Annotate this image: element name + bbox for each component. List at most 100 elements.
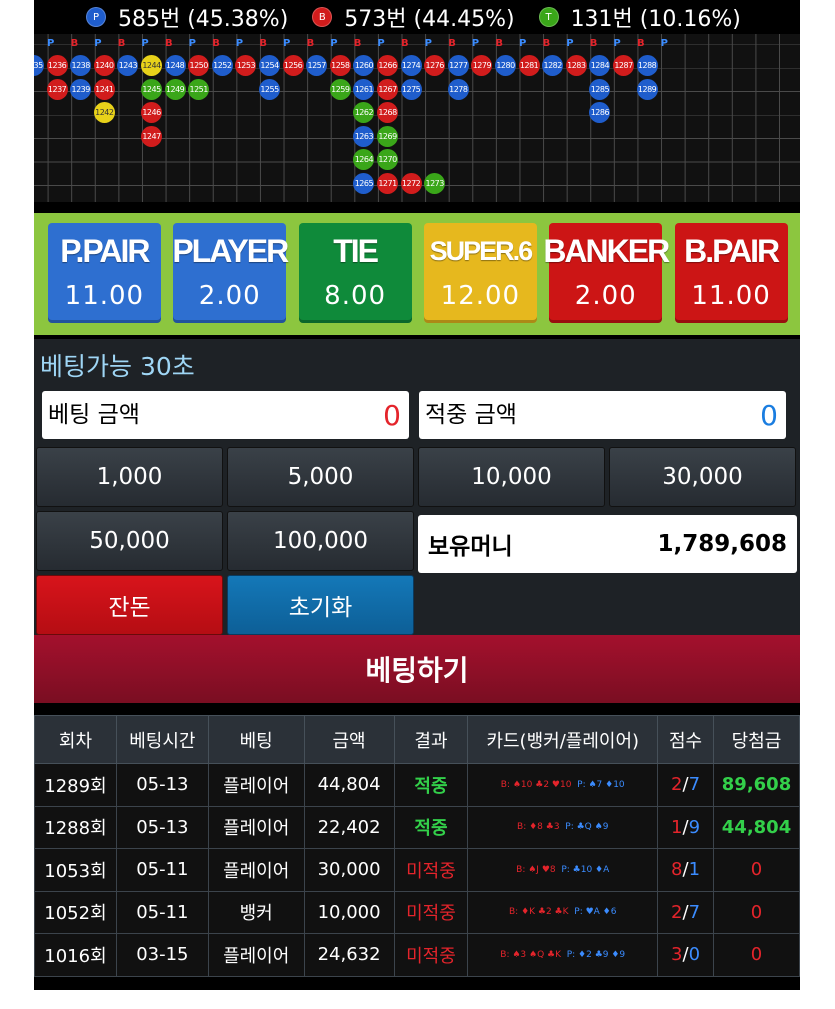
table-row: 1016회 03-15 플레이어 24,632 미적중 B: ♠3 ♠Q ♣K P: ♦2… — [34, 933, 800, 977]
road-bead: 1248 — [164, 55, 186, 76]
chip-50000-button[interactable]: 50,000 — [36, 511, 223, 571]
win-amount-value: 0 — [760, 399, 778, 432]
chip-100000-button[interactable]: 100,000 — [227, 511, 414, 571]
betting-timer: 베팅가능 30초 — [34, 339, 800, 385]
cell-round: 1052회 — [34, 890, 117, 934]
column-header: 점수 — [657, 715, 714, 764]
chip-30000-button[interactable]: 30,000 — [609, 447, 796, 507]
bet-p-pair[interactable]: P.PAIR 11.00 — [48, 223, 161, 323]
cell-round: 1016회 — [34, 933, 117, 977]
road-header-p: P — [235, 38, 244, 49]
road-bead: 1249 — [164, 78, 186, 100]
road-header-b: B — [212, 38, 220, 49]
table-header-row: 회차 베팅시간 베팅 금액 결과 카드(뱅커/플레이어) 점수 당첨금 — [34, 715, 800, 764]
reset-button[interactable]: 초기화 — [227, 575, 414, 635]
cell-amount: 22,402 — [303, 805, 395, 849]
table-row: 1052회 05-11 뱅커 10,000 미적중 B: ♦K ♣2 ♣K P: ♥A ♦… — [34, 890, 800, 934]
cell-bet: 플레이어 — [207, 933, 305, 977]
road-header-p: P — [424, 38, 432, 49]
banker-cards: B: ♦8 ♣3 — [517, 822, 560, 833]
bet-super-6[interactable]: SUPER.6 12.00 — [424, 223, 537, 323]
road-bead: 1272 — [400, 172, 422, 194]
road-header-p: P — [47, 38, 55, 49]
bet-odds: 2.00 — [198, 281, 261, 311]
banker-score: 8 — [671, 859, 683, 881]
holdings-value: 1,789,608 — [657, 531, 788, 557]
road-bead: 1259 — [329, 78, 351, 100]
bet-tie[interactable]: TIE 8.00 — [298, 223, 412, 323]
road-bead: 1269 — [377, 125, 398, 147]
column-header: 베팅시간 — [115, 715, 209, 764]
cell-amount: 10,000 — [303, 890, 395, 934]
bet-odds: 12.00 — [440, 281, 521, 311]
stat-badge: P — [86, 7, 106, 27]
cell-payout: 89,608 — [713, 763, 800, 807]
cell-cards: B: ♦K ♣2 ♣K P: ♥A ♦6 — [467, 890, 659, 934]
banker-cards: B: ♠3 ♠Q ♣K — [500, 949, 561, 960]
road-bead: 1265 — [353, 172, 375, 194]
table-row: 1288회 05-13 플레이어 22,402 적중 B: ♦8 ♣3 P: ♣Q ♠9 1… — [34, 805, 800, 849]
road-header-p: P — [283, 38, 291, 49]
cell-time: 05-11 — [115, 848, 209, 892]
cell-result: 미적중 — [393, 848, 469, 892]
road-bead: 1277 — [447, 55, 469, 76]
cell-bet: 뱅커 — [207, 890, 305, 934]
road-header-b: B — [259, 38, 268, 49]
cell-result: 미적중 — [393, 933, 469, 977]
bet-amount-value: 0 — [383, 399, 401, 432]
cell-payout: 0 — [713, 933, 800, 977]
player-cards: P: ♦2 ♣9 ♦9 — [566, 949, 626, 960]
road-bead: 1281 — [518, 55, 540, 76]
road-bead: 1256 — [282, 55, 304, 76]
road-bead: 1241 — [93, 78, 115, 100]
cell-time: 05-13 — [115, 805, 209, 849]
stat-p: P 585번 (45.38%) — [86, 1, 288, 33]
road-header-b: B — [401, 38, 409, 49]
road-bead: 1242 — [93, 102, 115, 123]
bet-odds: 11.00 — [64, 281, 145, 311]
road-bead: 1285 — [589, 78, 611, 100]
bet-label: BANKER — [543, 233, 670, 269]
road-bead: 1240 — [93, 55, 115, 76]
cell-score: 3/0 — [657, 933, 714, 977]
chip-5000-button[interactable]: 5,000 — [227, 447, 414, 507]
road-header-p: P — [188, 38, 196, 49]
place-bet-button[interactable]: 베팅하기 — [34, 635, 800, 703]
bet-player[interactable]: PLAYER 2.00 — [172, 223, 289, 323]
holdings-label: 보유머니 — [428, 534, 513, 560]
road-bead: 1251 — [188, 78, 210, 100]
road-bead: 1289 — [636, 78, 658, 100]
cell-score: 2/7 — [657, 890, 714, 934]
road-bead: 1244 — [141, 55, 162, 76]
road-bead: 1270 — [377, 149, 398, 170]
cell-result: 적중 — [393, 805, 469, 849]
cell-time: 03-15 — [115, 933, 209, 977]
stat-text: 573번 (44.45%) — [344, 7, 515, 32]
cell-cards: B: ♠J ♥8 P: ♣10 ♦A — [467, 848, 659, 892]
bet-options: P.PAIR 11.00 PLAYER 2.00 TIE 8.00 SUPER.6 12.00… — [34, 213, 800, 335]
bet-label: P.PAIR — [60, 233, 150, 269]
cell-result: 적중 — [393, 763, 469, 807]
banker-score: 1 — [671, 816, 683, 838]
cell-cards: B: ♠3 ♠Q ♣K P: ♦2 ♣9 ♦9 — [467, 933, 659, 977]
change-button[interactable]: 잔돈 — [36, 575, 223, 635]
road-header-b: B — [495, 38, 504, 49]
cell-round: 1289회 — [34, 763, 117, 807]
bet-odds: 8.00 — [324, 281, 387, 311]
bet-banker[interactable]: BANKER 2.00 — [543, 223, 670, 323]
chip-1000-button[interactable]: 1,000 — [36, 447, 223, 507]
bet-b-pair[interactable]: B.PAIR 11.00 — [674, 223, 788, 323]
chip-10000-button[interactable]: 10,000 — [418, 447, 605, 507]
bet-odds: 2.00 — [574, 281, 637, 311]
bet-amount-label: 베팅 금액 — [48, 402, 140, 428]
road-bead: 1280 — [495, 55, 516, 76]
column-header: 당첨금 — [713, 715, 800, 764]
road-header-b: B — [70, 38, 79, 49]
bet-label: SUPER.6 — [429, 236, 534, 266]
road-header-p: P — [519, 38, 527, 49]
road-header-p: P — [141, 38, 149, 49]
banker-score: 3 — [671, 944, 683, 966]
cell-bet: 플레이어 — [207, 805, 305, 849]
cell-bet: 플레이어 — [207, 763, 305, 807]
stat-t: T 131번 (10.16%) — [538, 1, 741, 33]
